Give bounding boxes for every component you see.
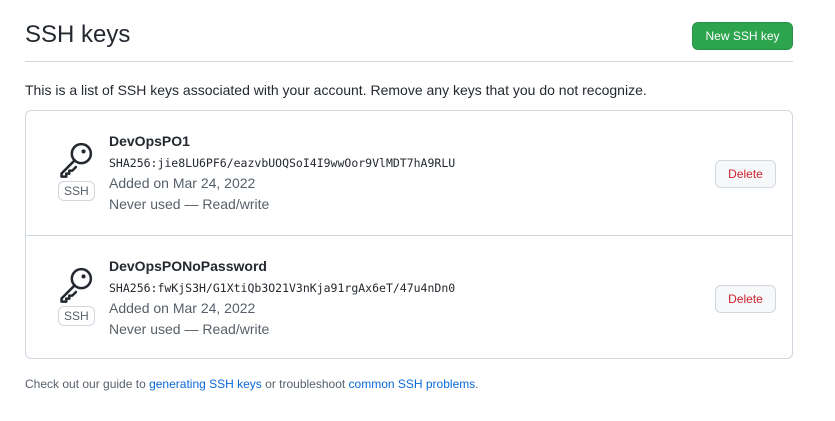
key-added-date: Added on Mar 24, 2022 xyxy=(109,175,256,191)
key-icon xyxy=(60,142,93,178)
key-fingerprint: SHA256:jie8LU6PF6/eazvbUOQSoI4I9wwOor9Vl… xyxy=(109,156,456,170)
footer-help-text: Check out our guide to generating SSH ke… xyxy=(25,375,479,393)
key-title: DevOpsPONoPassword xyxy=(109,258,267,274)
common-ssh-problems-link[interactable]: common SSH problems xyxy=(349,377,476,391)
key-usage: Never used — Read/write xyxy=(109,321,270,337)
intro-text: This is a list of SSH keys associated wi… xyxy=(25,82,647,98)
key-details: DevOpsPONoPassword SHA256:fwKjS3H/G1XtiQ… xyxy=(109,256,455,340)
delete-key-button[interactable]: Delete xyxy=(715,285,776,313)
ssh-type-label: SSH xyxy=(58,306,95,326)
ssh-type-label: SSH xyxy=(58,181,95,201)
page-title: SSH keys xyxy=(25,21,131,48)
generating-ssh-keys-link[interactable]: generating SSH keys xyxy=(149,377,262,391)
delete-key-button[interactable]: Delete xyxy=(715,160,776,188)
footer-suffix: . xyxy=(475,377,479,391)
footer-prefix: Check out our guide to xyxy=(25,377,150,391)
key-title: DevOpsPO1 xyxy=(109,133,190,149)
key-icon xyxy=(60,267,93,303)
list-item: SSH DevOpsPO1 SHA256:jie8LU6PF6/eazvbUOQ… xyxy=(26,111,792,235)
key-details: DevOpsPO1 SHA256:jie8LU6PF6/eazvbUOQSoI4… xyxy=(109,131,455,215)
page-header: SSH keys New SSH key xyxy=(25,0,793,62)
new-ssh-key-button[interactable]: New SSH key xyxy=(692,22,793,50)
footer-middle: or troubleshoot xyxy=(261,377,349,391)
key-usage: Never used — Read/write xyxy=(109,196,270,212)
key-added-date: Added on Mar 24, 2022 xyxy=(109,300,256,316)
list-item: SSH DevOpsPONoPassword SHA256:fwKjS3H/G1… xyxy=(26,235,792,360)
ssh-keys-list: SSH DevOpsPO1 SHA256:jie8LU6PF6/eazvbUOQ… xyxy=(25,110,793,359)
key-fingerprint: SHA256:fwKjS3H/G1XtiQb3O21V3nKja91rgAx6e… xyxy=(109,281,456,295)
